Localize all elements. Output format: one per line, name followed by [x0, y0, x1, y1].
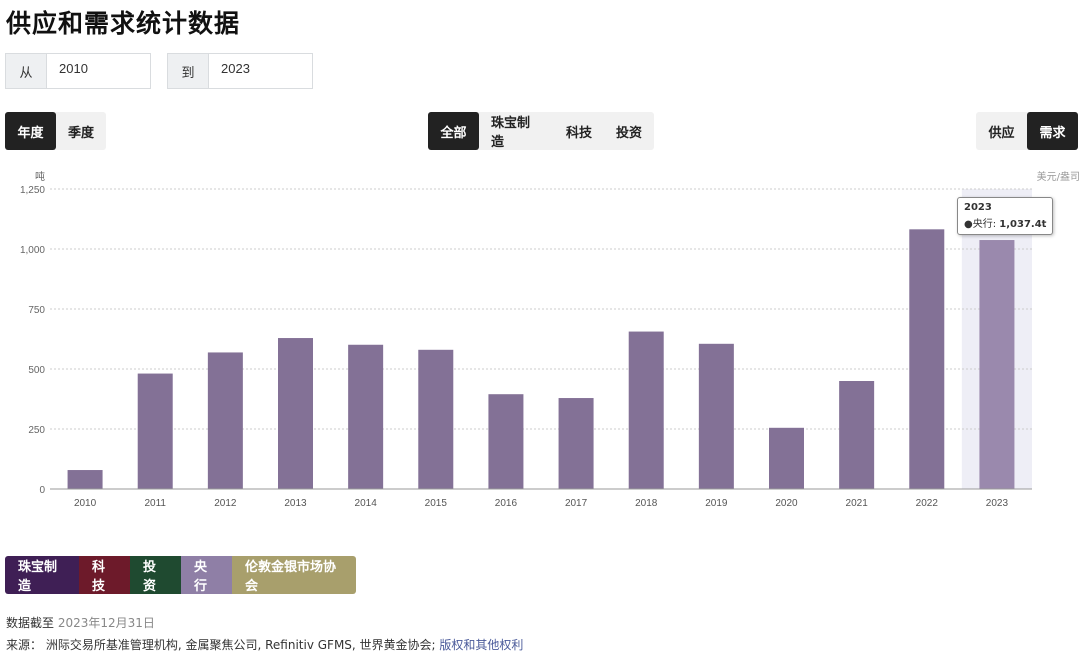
supply-button[interactable]: 供应	[976, 112, 1027, 150]
bar-2014	[348, 344, 384, 489]
legend-tech[interactable]: 科技	[79, 556, 130, 594]
legend-investment[interactable]: 投资	[130, 556, 181, 594]
demand-bar-chart: 0 250 500 750 1,000 1,250 吨 美元/盎司 2010 2011 2012 20…	[20, 170, 1080, 509]
y-tick-label: 1,000	[20, 245, 45, 256]
legend-lbma[interactable]: 伦敦金银市场协会	[232, 556, 356, 594]
bar-2020	[769, 427, 804, 489]
x-tick-label: 2015	[425, 498, 448, 509]
tooltip-year: 2023	[964, 202, 992, 213]
bar-2021	[839, 381, 875, 489]
y-axis-label: 吨	[35, 170, 45, 183]
y-tick-label: 250	[28, 425, 45, 436]
x-tick-label: 2012	[214, 498, 237, 509]
period-toggle: 年度 季度	[5, 112, 106, 150]
x-tick-label: 2020	[775, 498, 798, 509]
legend-central-banks[interactable]: 央行	[181, 556, 232, 594]
legend-jewellery[interactable]: 珠宝制造	[5, 556, 79, 594]
demand-button[interactable]: 需求	[1027, 112, 1078, 150]
y2-axis-label: 美元/盎司	[1037, 170, 1080, 183]
bar-2019	[698, 343, 734, 489]
to-label: 到	[168, 54, 209, 88]
tech-button[interactable]: 科技	[554, 112, 604, 150]
y-tick-label: 0	[39, 485, 45, 496]
bar-2016	[488, 394, 524, 489]
from-label: 从	[6, 54, 47, 88]
bar-2013	[278, 338, 313, 489]
quarterly-button[interactable]: 季度	[56, 112, 106, 150]
jewellery-button[interactable]: 珠宝制造	[479, 112, 554, 150]
x-tick-label: 2023	[986, 498, 1009, 509]
x-tick-label: 2014	[355, 498, 378, 509]
tooltip-series: ●央行:	[964, 219, 997, 230]
x-tick-label: 2021	[846, 498, 869, 509]
side-toggle: 供应 需求	[976, 112, 1078, 150]
x-tick-label: 2011	[144, 498, 166, 509]
to-year-input[interactable]: 2023	[209, 54, 312, 88]
from-year-field[interactable]: 从 2010	[5, 53, 151, 89]
bar-2023	[979, 240, 1015, 489]
page-title: 供应和需求统计数据	[6, 9, 241, 38]
investment-button[interactable]: 投资	[604, 112, 654, 150]
x-tick-label: 2017	[565, 498, 588, 509]
rights-link[interactable]: 版权和其他权利	[439, 638, 523, 652]
bar-2010	[67, 470, 103, 489]
x-tick-label: 2022	[916, 498, 939, 509]
tooltip-value: 1,037.4t	[999, 219, 1047, 230]
to-year-field[interactable]: 到 2023	[167, 53, 313, 89]
x-tick-label: 2019	[705, 498, 728, 509]
x-tick-label: 2010	[74, 498, 97, 509]
bar-2018	[628, 331, 664, 489]
bar-2017	[558, 398, 594, 489]
source-label: 来源：	[6, 638, 43, 652]
all-button[interactable]: 全部	[428, 112, 479, 150]
x-tick-label: 2013	[284, 498, 307, 509]
y-tick-label: 500	[28, 365, 45, 376]
bar-2011	[137, 373, 173, 489]
legend: 珠宝制造 科技 投资 央行 伦敦金银市场协会	[5, 556, 356, 594]
bar-2012	[207, 352, 243, 489]
bar-2015	[418, 349, 454, 489]
from-year-input[interactable]: 2010	[47, 54, 150, 88]
asof-date: 2023年12月31日	[57, 616, 155, 630]
data-asof: 数据截至 2023年12月31日	[6, 614, 155, 631]
source-line: 来源： 洲际交易所基准管理机构, 金属聚焦公司, Refinitiv GFMS,…	[6, 636, 523, 653]
sector-toggle: 全部 珠宝制造 科技 投资	[428, 112, 654, 150]
source-text: 洲际交易所基准管理机构, 金属聚焦公司, Refinitiv GFMS, 世界黄…	[45, 638, 436, 652]
x-tick-label: 2016	[495, 498, 518, 509]
annual-button[interactable]: 年度	[5, 112, 56, 150]
y-tick-label: 1,250	[20, 185, 45, 196]
asof-label: 数据截至	[6, 616, 55, 630]
chart-tooltip: 2023 ●央行: 1,037.4t	[957, 197, 1054, 235]
x-tick-label: 2018	[635, 498, 658, 509]
y-tick-label: 750	[28, 305, 45, 316]
bar-2022	[909, 229, 945, 489]
